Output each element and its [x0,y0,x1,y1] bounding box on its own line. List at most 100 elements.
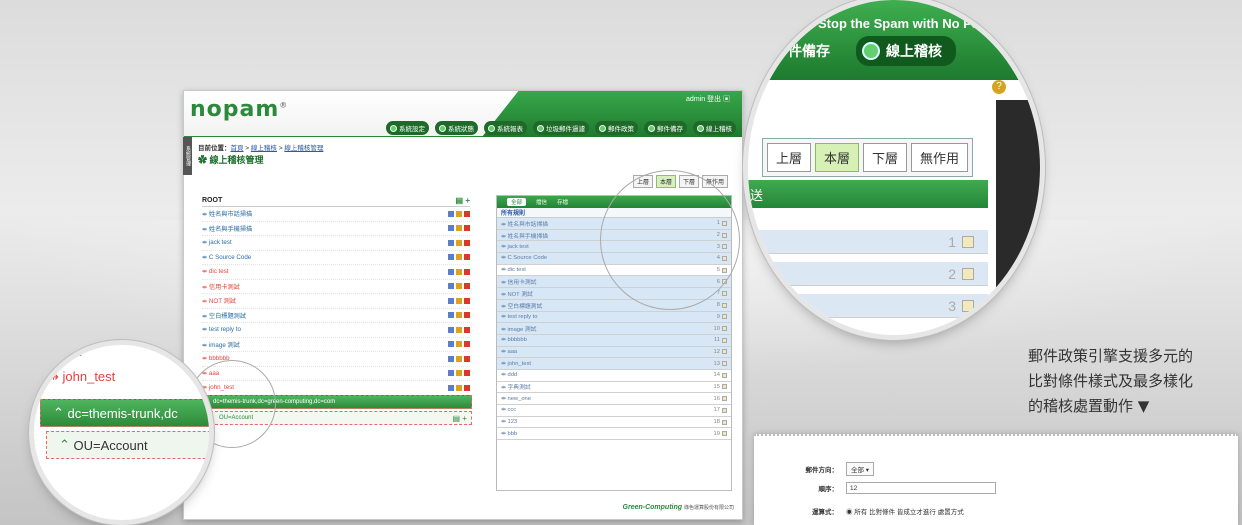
rule-order-icon[interactable] [722,396,727,402]
nav-system-reports[interactable]: 系統報表 [484,121,527,135]
tab-all[interactable]: 全部 [507,198,527,206]
tree-item[interactable]: ⇹ NOT 測試 [202,294,470,309]
delete-icon[interactable] [464,268,470,275]
view-icon[interactable] [448,355,454,362]
help-icon[interactable]: ? [992,80,1006,94]
nav-spam-filter[interactable]: 垃圾郵件過濾 [533,121,589,135]
tree-item[interactable]: ⇹ C Source Code [202,251,470,265]
delete-icon[interactable] [464,384,470,391]
nopam-logo[interactable]: nopam® [190,97,288,122]
rule-order-icon[interactable] [722,337,727,343]
mag-menu-audit[interactable]: 線上稽核 [856,36,956,66]
nav-system-settings[interactable]: 系統設定 [386,121,429,135]
rule-order-icon[interactable] [722,326,727,332]
mag-dc-node[interactable]: ⌃ dc=themis-trunk,dc [40,399,209,427]
mag-level-none[interactable]: 無作用 [911,143,969,172]
delete-icon[interactable] [464,355,470,362]
rule-row[interactable]: ⇹ ccc 17 [497,405,731,417]
nav-online-audit[interactable]: 線上稽核 [693,121,736,135]
nav-mail-archive[interactable]: 郵件備存 [644,121,687,135]
rule-row[interactable]: ⇹ image 測試 10 [497,323,731,335]
add-icon[interactable]: ▤ + [453,414,467,423]
order-input[interactable]: 12 [846,482,996,494]
view-icon[interactable] [448,210,454,217]
rule-order-icon[interactable] [722,290,727,296]
view-icon[interactable] [448,254,454,261]
edit-icon[interactable] [456,268,462,275]
direction-select[interactable]: 全部 ▾ [846,462,875,476]
rule-order-icon[interactable] [722,361,727,367]
tab-block[interactable]: 擋信 [536,198,547,206]
mag-tree-item-aaa[interactable]: ⇹ aaa [48,345,81,359]
edit-icon[interactable] [456,254,462,261]
mag-rule-row[interactable]: 1 [748,230,988,254]
view-icon[interactable] [448,370,454,377]
view-icon[interactable] [448,225,454,232]
edit-icon[interactable] [456,297,462,304]
delete-icon[interactable] [464,326,470,333]
edit-icon[interactable] [456,239,462,246]
edit-icon[interactable] [456,225,462,232]
mag-level-lower[interactable]: 下層 [863,143,908,172]
rule-order-icon[interactable] [722,419,727,425]
tree-item[interactable]: ⇹ image 測試 [202,338,470,352]
view-icon[interactable] [448,297,454,304]
rule-order-icon[interactable] [722,384,727,390]
rule-order-icon[interactable] [722,407,727,413]
delete-icon[interactable] [464,239,470,246]
edit-icon[interactable] [456,341,462,348]
mag-menu-archive[interactable]: 件備存 [788,41,830,61]
nav-system-status[interactable]: 系統狀態 [435,121,478,135]
tree-item[interactable]: ⇹ jack test [202,236,470,251]
view-icon[interactable] [448,239,454,246]
view-icon[interactable] [448,312,454,319]
rule-row[interactable]: ⇹ john_test 13 [497,358,731,370]
add-icon[interactable]: ▤ + [456,196,470,205]
rule-row[interactable]: ⇹ ddd 14 [497,370,731,382]
mag-ou-node[interactable]: ⌃ OU=Account [46,431,209,459]
view-icon[interactable] [448,384,454,391]
delete-icon[interactable] [464,225,470,232]
rule-order-icon[interactable] [722,314,727,320]
mag-level-current[interactable]: 本層 [815,143,860,172]
delete-icon[interactable] [464,210,470,217]
edit-icon[interactable] [456,355,462,362]
breadcrumb-audit-manage[interactable]: 線上稽核管理 [284,145,323,152]
tree-item[interactable]: ⇹ 空白標題測試 [202,309,470,323]
rule-order-icon[interactable] [722,372,727,378]
rule-row[interactable]: ⇹ bbbbbb 11 [497,334,731,347]
mode-radio[interactable]: ◉ 所有 比對條件 皆成立才進行 處置方式 [846,506,964,516]
delete-icon[interactable] [464,254,470,261]
delete-icon[interactable] [464,297,470,304]
tree-item[interactable]: ⇹ test reply to [202,323,470,338]
tree-item[interactable]: ⇹ dic test [202,265,470,280]
edit-icon[interactable] [456,210,462,217]
delete-icon[interactable] [464,312,470,319]
delete-icon[interactable] [464,341,470,348]
view-icon[interactable] [448,268,454,275]
rule-order-icon[interactable] [722,431,727,437]
rule-row[interactable]: ⇹ test reply to 9 [497,311,731,324]
mag-rule-row[interactable]: 3 [748,294,988,318]
view-icon[interactable] [448,341,454,348]
mag-rule-row[interactable]: 2 [748,262,988,286]
tab-archive[interactable]: 存檔 [557,198,568,206]
mag-level-upper[interactable]: 上層 [767,143,812,172]
view-icon[interactable] [448,283,454,290]
delete-icon[interactable] [464,370,470,377]
breadcrumb-home[interactable]: 首頁 [231,145,244,152]
edit-icon[interactable] [456,326,462,333]
rule-row[interactable]: ⇹ new_one 16 [497,393,731,405]
rule-order-icon[interactable] [722,349,727,355]
side-menu-tab[interactable]: 系統管理 [183,137,192,175]
rule-row[interactable]: ⇹ bbb 19 [497,428,731,441]
view-icon[interactable] [448,326,454,333]
rule-row[interactable]: ⇹ 字典測試 15 [497,382,731,394]
delete-icon[interactable] [464,283,470,290]
edit-icon[interactable] [456,370,462,377]
edit-icon[interactable] [456,384,462,391]
rule-row[interactable]: ⇹ aaa 12 [497,346,731,359]
tree-item[interactable]: ⇹ 信用卡測試 [202,280,470,294]
edit-icon[interactable] [456,312,462,319]
mag-tree-item-john[interactable]: ⇹ john_test [48,369,115,385]
